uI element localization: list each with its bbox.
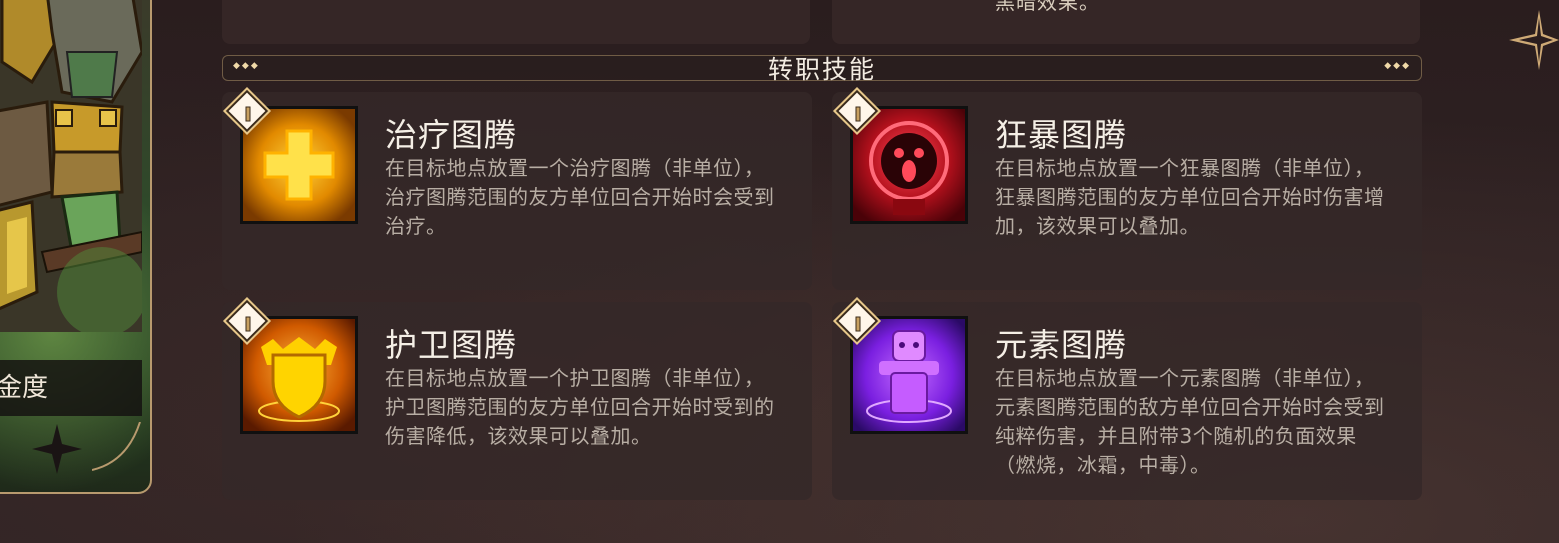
- skill-name: 治疗图腾: [385, 116, 518, 154]
- level-marker-icon: [855, 106, 861, 122]
- previous-card-right: [832, 0, 1420, 44]
- skill-description: 在目标地点放置一个狂暴图腾（非单位），狂暴图腾范围的友方单位回合开始时伤害增加，…: [995, 156, 1385, 238]
- skill-name: 狂暴图腾: [995, 116, 1128, 154]
- skill-card-rage-totem[interactable]: 狂暴图腾 在目标地点放置一个狂暴图腾（非单位），狂暴图腾范围的友方单位回合开始时…: [832, 86, 1422, 290]
- skill-icon-frame: [240, 316, 358, 434]
- skill-card-healing-totem[interactable]: 治疗图腾 在目标地点放置一个治疗图腾（非单位），治疗图腾范围的友方单位回合开始时…: [222, 86, 812, 290]
- section-header: ◆◆◆ 转职技能 ◆◆◆: [222, 55, 1422, 84]
- header-ornament-right: ◆◆◆: [1384, 61, 1411, 71]
- guard-totem-icon: [243, 319, 355, 431]
- character-portrait[interactable]: 金度: [0, 0, 152, 494]
- frame-corner-ornament: [92, 422, 141, 471]
- rage-totem-icon: [853, 109, 965, 221]
- skill-icon-frame: [850, 316, 968, 434]
- character-art: [0, 0, 142, 332]
- level-marker-icon: [855, 316, 861, 332]
- sparkle-icon: [32, 424, 82, 474]
- progress-label: 金度: [0, 360, 142, 416]
- skill-card-elemental-totem[interactable]: 元素图腾 在目标地点放置一个元素图腾（非单位），元素图腾范围的敌方单位回合开始时…: [832, 296, 1422, 500]
- previous-card-text: 黑暗效果。: [995, 0, 1100, 14]
- skill-card-guard-totem[interactable]: 护卫图腾 在目标地点放置一个护卫图腾（非单位），护卫图腾范围的友方单位回合开始时…: [222, 296, 812, 500]
- skill-name: 元素图腾: [995, 326, 1128, 364]
- skill-icon-frame: [240, 106, 358, 224]
- skill-description: 在目标地点放置一个护卫图腾（非单位），护卫图腾范围的友方单位回合开始时受到的伤害…: [385, 366, 775, 448]
- skills-screen: 金度 黑暗效果。 ◆◆◆ 转职技能 ◆◆◆ 治疗图腾 在目标地点放置一个治疗图腾…: [0, 0, 1559, 543]
- skill-description: 在目标地点放置一个治疗图腾（非单位），治疗图腾范围的友方单位回合开始时会受到治疗…: [385, 156, 775, 238]
- healing-totem-icon: [243, 109, 355, 221]
- skill-icon-frame: [850, 106, 968, 224]
- section-title: 转职技能: [767, 55, 876, 84]
- skill-description: 在目标地点放置一个元素图腾（非单位），元素图腾范围的敌方单位回合开始时会受到纯粹…: [995, 366, 1385, 477]
- elemental-totem-icon: [853, 319, 965, 431]
- level-marker-icon: [245, 106, 251, 122]
- corner-sparkle-icon: [1509, 10, 1559, 70]
- previous-card-left: [222, 0, 810, 44]
- level-marker-icon: [245, 316, 251, 332]
- skill-name: 护卫图腾: [385, 326, 518, 364]
